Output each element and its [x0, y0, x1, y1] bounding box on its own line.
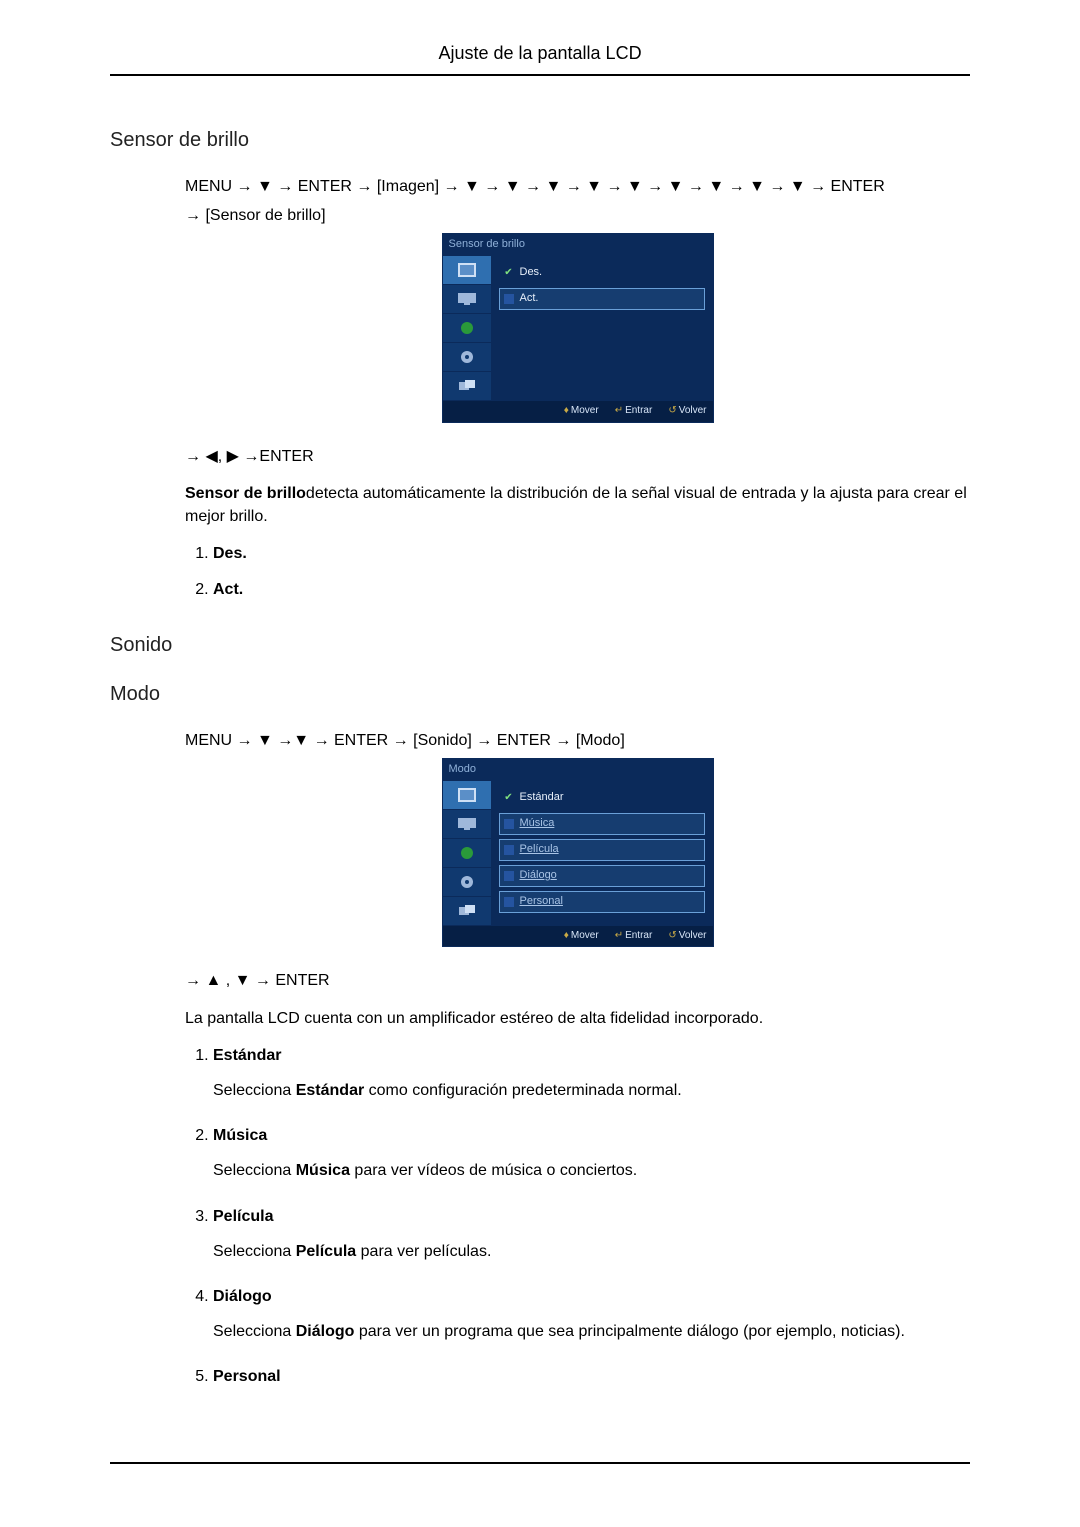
option-desc-post: para ver un programa que sea principalme… — [354, 1323, 905, 1340]
check-icon: ✔ — [504, 793, 514, 803]
page-header-title: Ajuste de la pantalla LCD — [110, 40, 970, 74]
osd-item-spacer — [504, 871, 514, 881]
osd-title: Modo — [443, 759, 713, 781]
osd-item-label: Diálogo — [520, 868, 557, 884]
osd-item-spacer — [504, 294, 514, 304]
osd-sidebar — [443, 256, 491, 401]
option-label: Des. — [213, 545, 247, 562]
nav-hint-1: → ◀, ▶ →ENTER — [185, 445, 970, 468]
header-rule — [110, 74, 970, 76]
osd-item-spacer — [504, 819, 514, 829]
list-item: Música Selecciona Música para ver vídeos… — [213, 1124, 970, 1182]
check-icon: ✔ — [504, 268, 514, 278]
option-desc: Selecciona Música para ver vídeos de mús… — [213, 1159, 970, 1182]
nav-path-line-1b: → [Sensor de brillo] — [185, 204, 970, 227]
option-desc-bold: Diálogo — [296, 1323, 355, 1340]
osd-item-label: Película — [520, 842, 559, 858]
list-item: Personal — [213, 1365, 970, 1388]
osd-footer: ♦Mover ↵Entrar ↺Volver — [443, 401, 713, 422]
list-item: Estándar Selecciona Estándar como config… — [213, 1044, 970, 1102]
nav-path-line-2: MENU → ▼ →▼ → ENTER → [Sonido] → ENTER →… — [185, 729, 970, 752]
entrar-icon: ↵ — [615, 405, 623, 416]
osd-item-personal[interactable]: Personal — [499, 891, 705, 913]
option-desc-bold: Película — [296, 1243, 356, 1260]
osd-footer-entrar: Entrar — [625, 930, 652, 941]
osd-tab-multi-icon — [443, 897, 491, 926]
option-list-sensor: Des. Act. — [185, 542, 970, 600]
list-item: Des. — [213, 542, 970, 565]
desc-bold: Sensor de brillo — [185, 485, 306, 502]
osd-footer: ♦Mover ↵Entrar ↺Volver — [443, 926, 713, 947]
option-title: Estándar — [213, 1044, 970, 1067]
nav-path-line-1a: MENU → ▼ → ENTER → [Imagen] → ▼ → ▼ → ▼ … — [185, 175, 970, 198]
osd-item-label: Act. — [520, 291, 539, 307]
list-item: Act. — [213, 578, 970, 601]
option-desc: Selecciona Película para ver películas. — [213, 1240, 970, 1263]
option-title: Diálogo — [213, 1285, 970, 1308]
volver-icon: ↺ — [668, 405, 676, 416]
osd-item-spacer — [504, 897, 514, 907]
osd-tab-picture-icon — [443, 781, 491, 810]
option-desc-post: para ver vídeos de música o conciertos. — [350, 1162, 637, 1179]
entrar-icon: ↵ — [615, 930, 623, 941]
osd-item-label: Des. — [520, 265, 543, 281]
section-heading-sonido: Sonido — [110, 631, 970, 660]
osd-main: ✔ Des. Act. — [491, 256, 713, 401]
osd-footer-mover: Mover — [571, 405, 599, 416]
osd-tab-setup-icon — [443, 868, 491, 897]
osd-item-act[interactable]: Act. — [499, 288, 705, 310]
option-title: Película — [213, 1205, 970, 1228]
osd-item-label: Estándar — [520, 790, 564, 806]
osd-sidebar — [443, 781, 491, 926]
option-label: Act. — [213, 581, 243, 598]
osd-item-pelicula[interactable]: Película — [499, 839, 705, 861]
mover-icon: ♦ — [564, 405, 569, 416]
option-list-modo: Estándar Selecciona Estándar como config… — [185, 1044, 970, 1389]
osd-item-label: Personal — [520, 894, 563, 910]
osd-title: Sensor de brillo — [443, 234, 713, 256]
option-desc-post: para ver películas. — [356, 1243, 491, 1260]
option-desc-bold: Música — [296, 1162, 350, 1179]
osd-tab-multi-icon — [443, 372, 491, 401]
osd-tab-sound-icon — [443, 839, 491, 868]
option-title: Música — [213, 1124, 970, 1147]
osd-tab-picture-icon — [443, 256, 491, 285]
section-heading-sensor-brillo: Sensor de brillo — [110, 126, 970, 155]
osd-item-estandar[interactable]: ✔ Estándar — [499, 787, 705, 809]
osd-tab-display-icon — [443, 810, 491, 839]
osd-item-musica[interactable]: Música — [499, 813, 705, 835]
intro-modo: La pantalla LCD cuenta con un amplificad… — [185, 1007, 970, 1030]
osd-main: ✔ Estándar Música Película — [491, 781, 713, 926]
osd-tab-sound-icon — [443, 314, 491, 343]
option-desc-pre: Selecciona — [213, 1243, 296, 1260]
osd-footer-entrar: Entrar — [625, 405, 652, 416]
nav-hint-2: → ▲ , ▼ → ENTER — [185, 969, 970, 992]
mover-icon: ♦ — [564, 930, 569, 941]
option-desc-post: como configuración predeterminada normal… — [364, 1082, 682, 1099]
osd-item-label: Música — [520, 816, 555, 832]
option-title: Personal — [213, 1365, 970, 1388]
option-desc-pre: Selecciona — [213, 1082, 296, 1099]
list-item: Película Selecciona Película para ver pe… — [213, 1205, 970, 1263]
desc-sensor-brillo: Sensor de brillodetecta automáticamente … — [185, 482, 970, 528]
option-desc-bold: Estándar — [296, 1082, 364, 1099]
volver-icon: ↺ — [668, 930, 676, 941]
option-desc: Selecciona Diálogo para ver un programa … — [213, 1320, 970, 1343]
osd-tab-setup-icon — [443, 343, 491, 372]
osd-item-des[interactable]: ✔ Des. — [499, 262, 705, 284]
option-desc-pre: Selecciona — [213, 1162, 296, 1179]
osd-item-spacer — [504, 845, 514, 855]
osd-footer-mover: Mover — [571, 930, 599, 941]
list-item: Diálogo Selecciona Diálogo para ver un p… — [213, 1285, 970, 1343]
osd-item-dialogo[interactable]: Diálogo — [499, 865, 705, 887]
footer-rule — [110, 1462, 970, 1464]
osd-footer-volver: Volver — [679, 405, 707, 416]
option-desc-pre: Selecciona — [213, 1323, 296, 1340]
osd-panel-modo: Modo — [442, 758, 714, 947]
osd-panel-sensor-brillo: Sensor de brillo — [442, 233, 714, 422]
osd-footer-volver: Volver — [679, 930, 707, 941]
section-heading-modo: Modo — [110, 680, 970, 709]
option-desc: Selecciona Estándar como configuración p… — [213, 1079, 970, 1102]
osd-tab-display-icon — [443, 285, 491, 314]
